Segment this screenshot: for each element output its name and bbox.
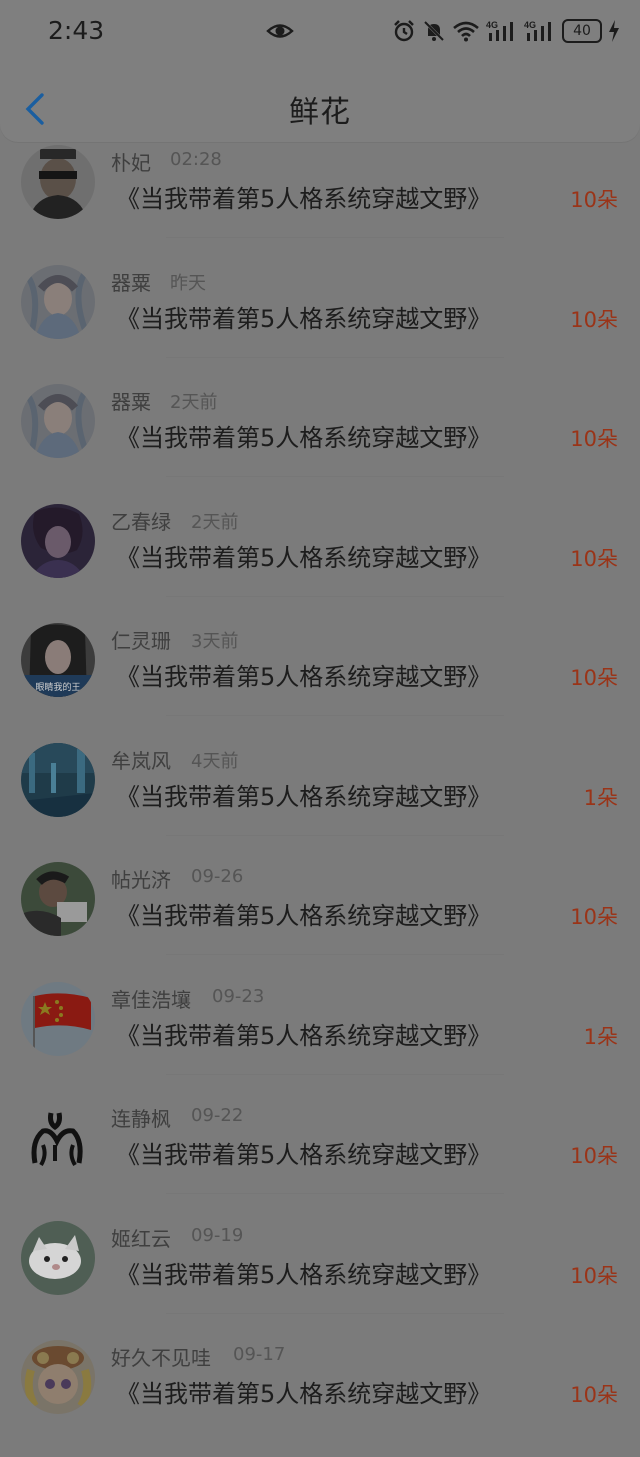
divider (166, 237, 504, 238)
status-time: 2:43 (48, 16, 105, 45)
timestamp: 09-19 (191, 1224, 244, 1246)
mute-icon (423, 20, 445, 42)
book-title: 《当我带着第5人格系统穿越文野》 (116, 304, 492, 333)
user-name: 仁灵珊 (111, 629, 171, 653)
divider (166, 1312, 504, 1314)
flower-count: 10朵 (570, 1144, 618, 1168)
user-name: 牟岚风 (111, 748, 171, 773)
4g-signal-icon: 4G (524, 20, 551, 41)
avatar[interactable] (21, 1340, 95, 1414)
timestamp: 02:28 (170, 149, 222, 170)
list-item[interactable]: 好久不见哇 09-17 《当我带着第5人格系统穿越文野》 10朵 (0, 1337, 640, 1457)
book-title: 《当我带着第5人格系统穿越文野》 (116, 1021, 492, 1050)
svg-text:4G: 4G (524, 20, 536, 30)
user-name: 器粟 (111, 390, 151, 414)
list-item[interactable]: 帖光济 09-26 《当我带着第5人格系统穿越文野》 10朵 (0, 859, 640, 979)
user-name: 帖光济 (111, 868, 171, 892)
svg-text:眼睛我的王: 眼睛我的王 (35, 681, 80, 693)
list-item[interactable]: 章佳浩壤 09-23 《当我带着第5人格系统穿越文野》 1朵 (0, 979, 640, 1099)
flower-count: 10朵 (570, 1263, 618, 1288)
flower-count: 10朵 (570, 666, 618, 690)
timestamp: 3天前 (191, 631, 239, 652)
charging-icon (609, 20, 619, 42)
avatar[interactable] (21, 264, 95, 339)
user-name: 乙春绿 (111, 509, 171, 534)
divider (166, 1073, 504, 1075)
divider (166, 476, 504, 477)
user-name: 好久不见哇 (111, 1346, 211, 1370)
timestamp: 4天前 (191, 750, 239, 772)
book-title: 《当我带着第5人格系统穿越文野》 (116, 424, 492, 452)
user-name: 姬红云 (111, 1226, 171, 1251)
timestamp: 09-22 (191, 1105, 244, 1126)
avatar[interactable] (21, 742, 95, 817)
user-name: 朴妃 (111, 151, 151, 175)
avatar[interactable] (21, 1220, 95, 1295)
book-title: 《当我带着第5人格系统穿越文野》 (116, 1141, 492, 1169)
wifi-icon (453, 21, 479, 42)
user-name: 连静枫 (111, 1107, 171, 1131)
list-item[interactable]: 牟岚风 4天前 《当我带着第5人格系统穿越文野》 1朵 (0, 740, 640, 860)
header: 鲜花 (0, 64, 640, 142)
book-title: 《当我带着第5人格系统穿越文野》 (116, 782, 492, 811)
svg-text:4G: 4G (486, 20, 498, 30)
flower-count: 10朵 (570, 1383, 618, 1407)
avatar[interactable] (21, 503, 95, 578)
divider (166, 954, 504, 955)
avatar[interactable] (21, 1101, 95, 1175)
avatar[interactable] (21, 145, 95, 219)
divider (166, 834, 504, 836)
flower-count: 10朵 (570, 307, 618, 332)
timestamp: 昨天 (170, 272, 206, 294)
user-name: 章佳浩壤 (111, 987, 191, 1012)
eye-icon (266, 24, 294, 38)
list-item[interactable]: 朴妃 02:28 《当我带着第5人格系统穿越文野》 10朵 (0, 142, 640, 262)
divider (166, 1193, 504, 1194)
avatar[interactable] (21, 384, 95, 458)
status-bar: 2:43 4G 4G 40 (0, 0, 640, 64)
status-icons: 4G 4G 40 (392, 16, 620, 46)
book-title: 《当我带着第5人格系统穿越文野》 (116, 902, 492, 930)
list-item[interactable]: 眼睛我的王 仁灵珊 3天前 《当我带着第5人格系统穿越文野》 10朵 (0, 620, 640, 740)
list-item[interactable]: 器粟 昨天 《当我带着第5人格系统穿越文野》 10朵 (0, 262, 640, 382)
book-title: 《当我带着第5人格系统穿越文野》 (116, 1380, 492, 1408)
divider (166, 356, 504, 358)
user-name: 器粟 (111, 270, 151, 295)
timestamp: 09-26 (191, 866, 244, 887)
4g-signal-icon: 4G (486, 20, 513, 41)
timestamp: 2天前 (191, 511, 239, 533)
avatar[interactable] (21, 862, 95, 936)
avatar[interactable] (21, 981, 95, 1056)
alarm-icon (394, 20, 414, 42)
book-title: 《当我带着第5人格系统穿越文野》 (116, 1260, 492, 1289)
list-item[interactable]: 乙春绿 2天前 《当我带着第5人格系统穿越文野》 10朵 (0, 501, 640, 621)
battery-icon: 40 (562, 19, 602, 43)
timestamp: 09-17 (233, 1344, 286, 1365)
flower-count: 1朵 (583, 785, 618, 810)
flower-list: 朴妃 02:28 《当我带着第5人格系统穿越文野》 10朵 器粟 昨天 《当我带… (0, 142, 640, 1457)
book-title: 《当我带着第5人格系统穿越文野》 (116, 543, 492, 572)
book-title: 《当我带着第5人格系统穿越文野》 (116, 185, 492, 213)
timestamp: 09-23 (212, 985, 265, 1007)
flower-count: 10朵 (570, 427, 618, 451)
avatar[interactable]: 眼睛我的王 (21, 623, 95, 697)
divider (166, 715, 504, 716)
book-title: 《当我带着第5人格系统穿越文野》 (116, 663, 492, 691)
list-item[interactable]: 姬红云 09-19 《当我带着第5人格系统穿越文野》 10朵 (0, 1218, 640, 1338)
page-title: 鲜花 (289, 95, 351, 130)
divider (166, 595, 504, 597)
flower-count: 10朵 (570, 188, 618, 212)
list-item[interactable]: 器粟 2天前 《当我带着第5人格系统穿越文野》 10朵 (0, 381, 640, 501)
flower-count: 10朵 (570, 905, 618, 929)
list-item[interactable]: 连静枫 09-22 《当我带着第5人格系统穿越文野》 10朵 (0, 1098, 640, 1218)
flower-count: 1朵 (583, 1024, 618, 1049)
flower-count: 10朵 (570, 546, 618, 571)
timestamp: 2天前 (170, 392, 218, 413)
